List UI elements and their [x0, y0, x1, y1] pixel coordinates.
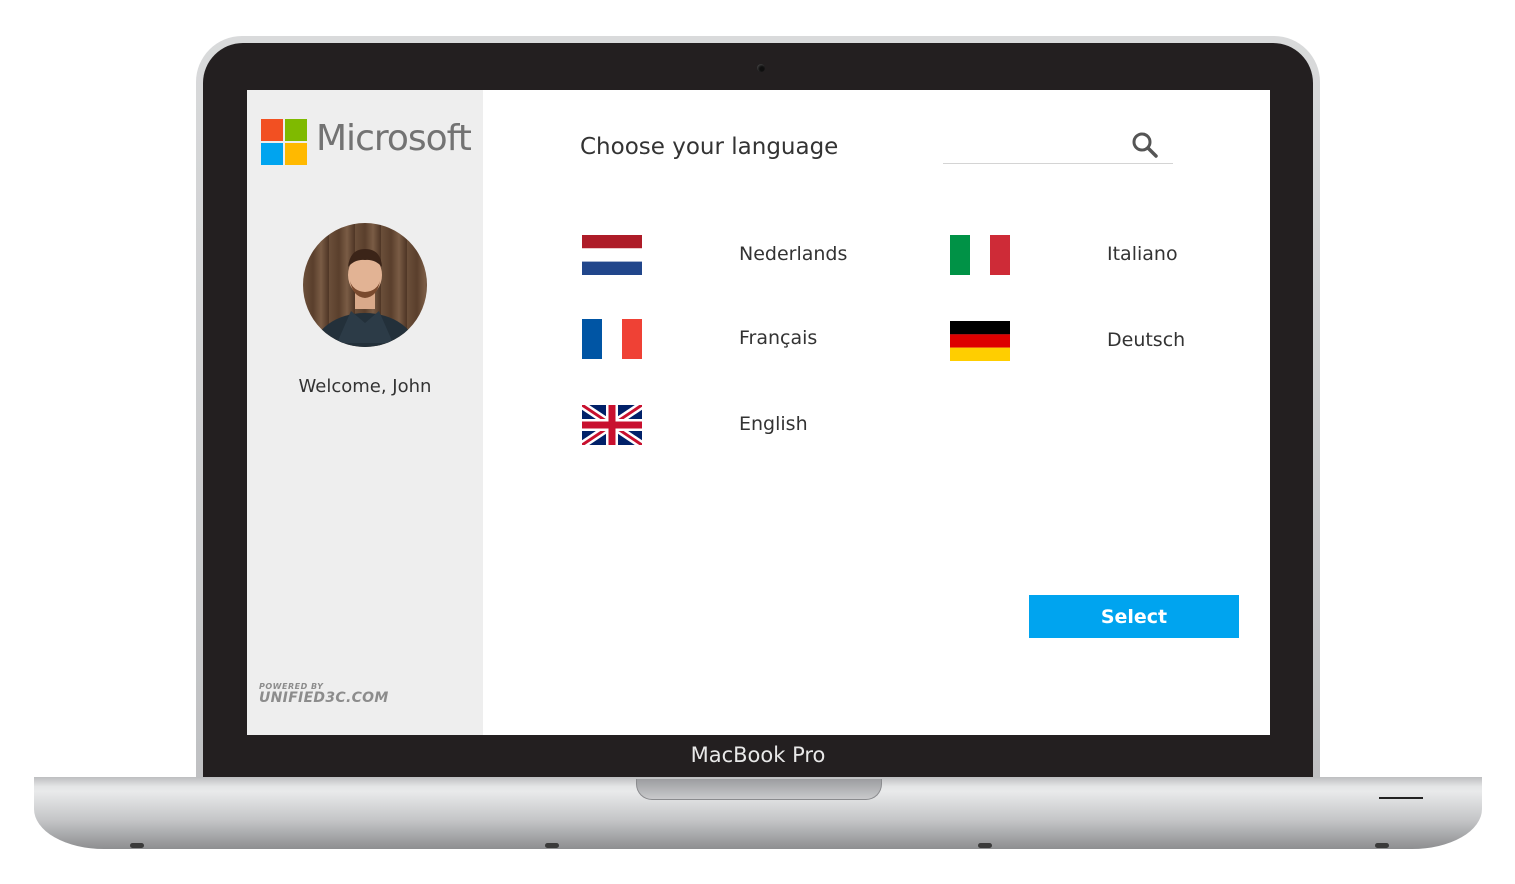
device-label: MacBook Pro — [690, 743, 826, 767]
laptop-foot — [130, 843, 144, 848]
avatar — [303, 223, 427, 347]
language-option-deutsch[interactable]: Deutsch — [950, 319, 1270, 363]
screen: Microsoft Welcome, John POWERED BY UNIFI… — [247, 90, 1270, 735]
language-option-nederlands[interactable]: Nederlands — [582, 233, 902, 277]
language-label: Deutsch — [1107, 329, 1186, 351]
sidebar: Microsoft Welcome, John POWERED BY UNIFI… — [247, 90, 483, 735]
laptop-open-notch — [636, 779, 882, 800]
search-box — [943, 126, 1173, 164]
microsoft-logo-icon — [261, 119, 307, 165]
flag-italy-icon — [950, 235, 1010, 275]
select-button[interactable]: Select — [1029, 595, 1239, 638]
laptop-mockup: Microsoft Welcome, John POWERED BY UNIFI… — [0, 0, 1515, 884]
search-input[interactable] — [943, 130, 1127, 160]
flag-france-icon — [582, 319, 642, 359]
flag-germany-icon — [950, 321, 1010, 361]
language-label: Italiano — [1107, 243, 1178, 265]
powered-by-logo: POWERED BY UNIFIED3C.COM — [259, 682, 389, 706]
flag-netherlands-icon — [582, 235, 642, 275]
page-title: Choose your language — [580, 134, 839, 160]
language-label: English — [739, 413, 808, 435]
language-label: Nederlands — [739, 243, 848, 265]
language-option-english[interactable]: English — [582, 403, 902, 447]
language-option-francais[interactable]: Français — [582, 317, 902, 361]
flag-united-kingdom-icon — [582, 405, 642, 445]
search-icon[interactable] — [1131, 131, 1159, 159]
language-option-italiano[interactable]: Italiano — [950, 233, 1270, 277]
brand-name: Microsoft — [316, 118, 472, 159]
welcome-text: Welcome, John — [298, 376, 432, 397]
camera-icon — [757, 64, 765, 72]
laptop-foot — [545, 843, 559, 848]
powered-by-brand: UNIFIED3C.COM — [259, 690, 389, 706]
laptop-foot — [1375, 843, 1389, 848]
laptop-foot — [978, 843, 992, 848]
language-label: Français — [739, 327, 818, 349]
status-light-icon — [1379, 797, 1423, 799]
